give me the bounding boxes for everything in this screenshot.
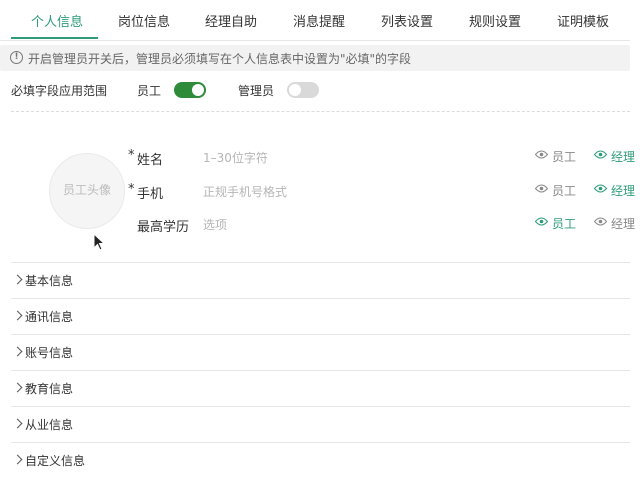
eye-icon (594, 184, 607, 193)
section-label: 通讯信息 (25, 310, 74, 324)
employee-toggle-label: 员工 (137, 84, 162, 98)
required-mark: * (128, 148, 135, 163)
notice-text: 开启管理员开关后，管理员必须填写在个人信息表中设置为"必填"的字段 (28, 52, 412, 66)
field-label-name: 姓名 (137, 153, 164, 168)
employee-visibility-label: 员工 (552, 217, 577, 231)
field-placeholder-phone: 正规手机号格式 (203, 185, 288, 199)
eye-icon (535, 184, 548, 193)
field-label-phone: 手机 (137, 187, 164, 202)
required-scope-label: 必填字段应用范围 (11, 84, 108, 98)
tab-manager-self-service[interactable]: 经理自助 (205, 11, 257, 30)
required-mark: * (128, 182, 135, 197)
section-education-info[interactable]: 教育信息 (11, 370, 630, 407)
employee-visibility-label: 员工 (552, 184, 577, 198)
tab-bar: 个人信息 岗位信息 经理自助 消息提醒 列表设置 规则设置 证明模板 (0, 0, 630, 41)
section-basic-info[interactable]: 基本信息 (11, 262, 630, 299)
mouse-cursor-icon (93, 233, 105, 251)
chevron-right-icon (12, 382, 23, 393)
section-label: 从业信息 (25, 418, 74, 432)
chevron-right-icon (12, 274, 23, 285)
tab-personal-info[interactable]: 个人信息 (31, 11, 83, 30)
section-label: 基本信息 (25, 274, 74, 288)
eye-icon (594, 217, 607, 226)
manager-visibility-label: 经理 (611, 184, 636, 198)
section-contact-info[interactable]: 通讯信息 (11, 298, 630, 335)
section-label: 自定义信息 (25, 454, 86, 468)
avatar-label: 员工头像 (62, 183, 111, 197)
employee-avatar-placeholder[interactable]: 员工头像 (49, 153, 125, 229)
tab-list-settings[interactable]: 列表设置 (381, 11, 433, 30)
section-custom-info[interactable]: 自定义信息 (11, 442, 630, 479)
employee-toggle[interactable] (174, 82, 206, 98)
manager-visibility-label: 经理 (611, 150, 636, 164)
employee-visibility-label: 员工 (552, 150, 577, 164)
field-label-education: 最高学历 (137, 220, 190, 235)
section-work-info[interactable]: 从业信息 (11, 406, 630, 443)
section-account-info[interactable]: 账号信息 (11, 334, 630, 371)
tab-certificate-template[interactable]: 证明模板 (557, 11, 609, 30)
tab-rule-settings[interactable]: 规则设置 (469, 11, 521, 30)
active-tab-indicator (11, 37, 98, 39)
eye-icon (535, 217, 548, 226)
chevron-right-icon (12, 418, 23, 429)
field-placeholder-education: 选项 (203, 218, 228, 232)
info-icon: ! (10, 51, 23, 64)
admin-toggle-label: 管理员 (238, 84, 275, 98)
tab-position-info[interactable]: 岗位信息 (118, 11, 170, 30)
chevron-right-icon (12, 310, 23, 321)
eye-icon (535, 150, 548, 159)
field-placeholder-name: 1–30位字符 (203, 151, 268, 165)
notice-bar: ! 开启管理员开关后，管理员必须填写在个人信息表中设置为"必填"的字段 (0, 45, 630, 71)
admin-toggle[interactable] (287, 82, 319, 98)
section-label: 账号信息 (25, 346, 74, 360)
tab-message-reminder[interactable]: 消息提醒 (293, 11, 345, 30)
chevron-right-icon (12, 346, 23, 357)
divider (11, 111, 630, 112)
chevron-right-icon (12, 454, 23, 465)
manager-visibility-label: 经理 (611, 217, 636, 231)
section-label: 教育信息 (25, 382, 74, 396)
eye-icon (594, 150, 607, 159)
